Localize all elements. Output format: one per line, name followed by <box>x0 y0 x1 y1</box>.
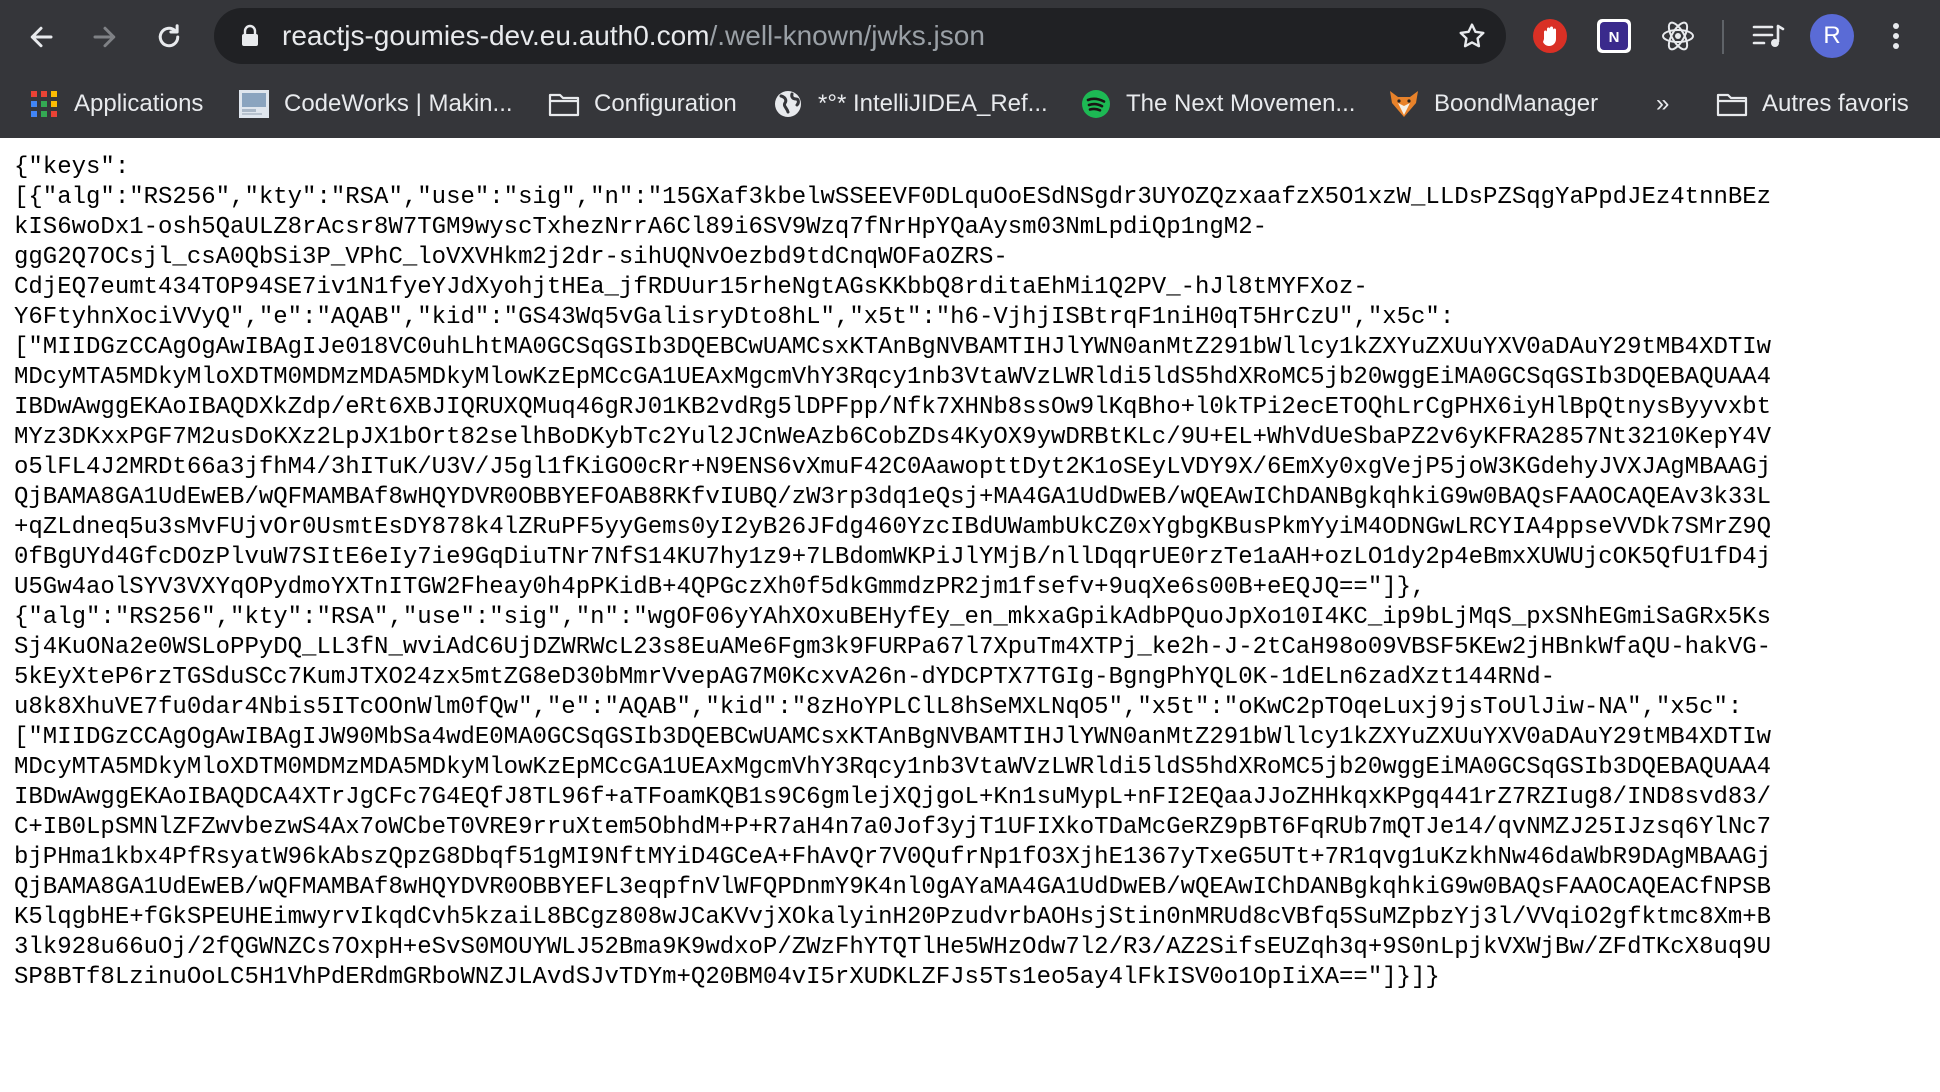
json-line: C+IB0LpSMNlZFZwvbezwS4Ax7oWCbeT0VRE9rruX… <box>14 814 1772 841</box>
json-line: 5kEyXteP6rzTGSduSCc7KumJTXO24zx5mtZG8eD3… <box>14 664 1556 691</box>
site-favicon <box>238 88 270 120</box>
bookmarks-bar: Applications CodeWorks | Makin... Config… <box>0 78 1940 138</box>
fox-icon <box>1388 88 1420 120</box>
json-line: MYz3DKxxPGF7M2usDoKXz2LpJX1bOrt82selhBoD… <box>14 424 1772 451</box>
json-line: QjBAMA8GA1UdEwEB/wQFMAMBAf8wHQYDVR0OBBYE… <box>14 874 1772 901</box>
json-line: K5lqgbHE+fGkSPEUHEimwyrvIkqdCvh5kzaiL8BC… <box>14 904 1772 931</box>
json-line: ggG2Q7OCsjl_csA0QbSi3P_VPhC_loVXVHkm2j2d… <box>14 244 1008 271</box>
bookmark-applications[interactable]: Applications <box>28 78 203 130</box>
json-line: u8k8XhuVE7fu0dar4Nbis5ITcOOnWlm0fQw","e"… <box>14 694 1743 721</box>
json-line: +qZLdneq5u3sMvFUjvOr0UsmtEsDY878k4lZRuPF… <box>14 514 1772 541</box>
url-text[interactable]: reactjs-goumies-dev.eu.auth0.com/.well-k… <box>282 8 985 64</box>
json-line: {"keys": <box>14 154 130 181</box>
url-host: reactjs-goumies-dev.eu.auth0.com <box>282 20 710 51</box>
toolbar-separator <box>1722 20 1724 54</box>
forward-button[interactable] <box>82 14 128 60</box>
profile-avatar[interactable]: R <box>1810 14 1854 58</box>
bookmark-configuration[interactable]: Configuration <box>548 78 737 130</box>
star-icon[interactable] <box>1456 20 1488 52</box>
extension-adblock-icon[interactable] <box>1532 18 1568 54</box>
json-line: QjBAMA8GA1UdEwEB/wQFMAMBAf8wHQYDVR0OBBYE… <box>14 484 1772 511</box>
lock-icon[interactable] <box>240 24 260 48</box>
json-line: CdjEQ7eumt434TOP94SE7iv1N1fyeYJdXyohjtHE… <box>14 274 1368 301</box>
bookmarks-overflow-label: » <box>1656 90 1670 117</box>
bookmark-label: *°* IntelliJIDEA_Ref... <box>818 90 1048 117</box>
bookmark-label: CodeWorks | Makin... <box>284 90 513 117</box>
more-menu-button[interactable] <box>1878 18 1914 54</box>
url-path: /.well-known/jwks.json <box>709 20 985 51</box>
bookmark-boondmanager[interactable]: BoondManager <box>1388 78 1598 130</box>
json-line: ["MIIDGzCCAgOgAwIBAgIJW90MbSa4wdE0MA0GCS… <box>14 724 1772 751</box>
json-line: MDcyMTA5MDkyMloXDTM0MDMzMDA5MDkyMlowKzEp… <box>14 364 1772 391</box>
bookmark-label: BoondManager <box>1434 90 1599 117</box>
bookmark-other-folder[interactable]: Autres favoris <box>1716 78 1909 130</box>
bookmark-spotify[interactable]: The Next Movemen... <box>1080 78 1355 130</box>
json-line: 0fBgUYd4GfcDOzPlvuW7SItE6eIy7ie9GqDiuTNr… <box>14 544 1772 571</box>
json-line: IBDwAwggEKAoIBAQDXkZdp/eRt6XBJIQRUXQMuq4… <box>14 394 1772 421</box>
json-line: bjPHma1kbx4PfRsyatW96kAbszQpzG8Dbqf51gMI… <box>14 844 1772 871</box>
browser-chrome: reactjs-goumies-dev.eu.auth0.com/.well-k… <box>0 0 1940 138</box>
address-bar[interactable]: reactjs-goumies-dev.eu.auth0.com/.well-k… <box>214 8 1506 64</box>
extension-react-devtools-icon[interactable] <box>1660 18 1696 54</box>
json-line: ["MIIDGzCCAgOgAwIBAgIJe018VC0uhLhtMA0GCS… <box>14 334 1772 361</box>
bookmark-label: Autres favoris <box>1762 90 1909 117</box>
globe-icon <box>772 88 804 120</box>
json-line: SP8BTf8LzinuOoLC5H1VhPdERdmGRboWNZJLAvdS… <box>14 964 1440 991</box>
json-line: Y6FtyhnXociVVyQ","e":"AQAB","kid":"GS43W… <box>14 304 1455 331</box>
json-line: kIS6woDx1-osh5QaULZ8rAcsr8W7TGM9wyscTxhe… <box>14 214 1268 241</box>
json-line: {"alg":"RS256","kty":"RSA","use":"sig","… <box>14 604 1772 631</box>
folder-icon <box>548 88 580 120</box>
bookmarks-overflow-button[interactable]: » <box>1656 78 1669 130</box>
json-line: MDcyMTA5MDkyMloXDTM0MDMzMDA5MDkyMlowKzEp… <box>14 754 1772 781</box>
more-icon <box>1893 23 1899 49</box>
reading-list-icon[interactable] <box>1750 18 1786 54</box>
bookmark-label: Configuration <box>594 90 737 117</box>
json-line: o5lFL4J2MRDt66a3jfhM4/3hITuK/U3V/J5gl1fK… <box>14 454 1772 481</box>
bookmark-codeworks[interactable]: CodeWorks | Makin... <box>238 78 513 130</box>
bookmark-intellij[interactable]: *°* IntelliJIDEA_Ref... <box>772 78 1048 130</box>
back-button[interactable] <box>18 14 64 60</box>
json-line: [{"alg":"RS256","kty":"RSA","use":"sig",… <box>14 184 1772 211</box>
bookmark-label: The Next Movemen... <box>1126 90 1356 117</box>
folder-icon <box>1716 88 1748 120</box>
reload-icon <box>158 24 180 48</box>
extension-onenote-icon[interactable]: N <box>1596 18 1632 54</box>
json-line: 3lk928u66uOj/2fQGWNZCs7OxpH+eSvS0MOUYWLJ… <box>14 934 1772 961</box>
apps-grid-icon <box>28 88 60 120</box>
forward-icon <box>93 26 116 48</box>
back-icon <box>30 26 53 48</box>
json-line: IBDwAwggEKAoIBAQDCA4XTrJgCFc7G4EQfJ8TL96… <box>14 784 1772 811</box>
svg-text:N: N <box>1609 29 1620 46</box>
bookmark-label: Applications <box>74 90 204 117</box>
reload-button[interactable] <box>146 14 192 60</box>
json-content: {"keys": [{"alg":"RS256","kty":"RSA","use… <box>14 153 1926 993</box>
json-line: Sj4KuONa2e0WSLoPPyDQ_LL3fN_wviAdC6UjDZWR… <box>14 634 1772 661</box>
spotify-icon <box>1080 88 1112 120</box>
json-line: U5Gw4aolSYV3VXYqOPydmoYXTnITGW2Fheay0h4p… <box>14 574 1426 601</box>
